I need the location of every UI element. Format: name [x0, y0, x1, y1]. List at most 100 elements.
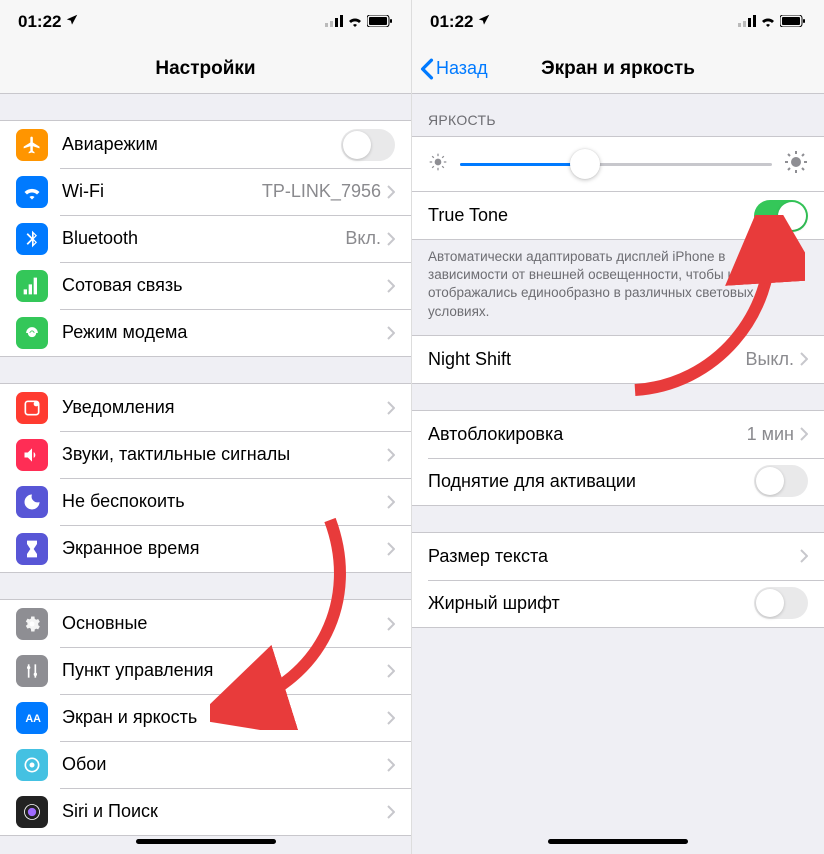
row-label: Экранное время: [62, 538, 387, 559]
chevron-right-icon: [387, 495, 395, 509]
display-icon: AA: [16, 702, 48, 734]
chevron-right-icon: [387, 185, 395, 199]
row-label: Звуки, тактильные сигналы: [62, 444, 387, 465]
chevron-right-icon: [387, 542, 395, 556]
chevron-right-icon: [387, 664, 395, 678]
chevron-right-icon: [800, 427, 808, 441]
chevron-right-icon: [387, 401, 395, 415]
settings-row-control[interactable]: Пункт управления: [0, 647, 411, 694]
row-raise-to-wake[interactable]: Поднятие для активации: [412, 458, 824, 505]
truetone-toggle[interactable]: [754, 200, 808, 232]
row-value: TP-LINK_7956: [262, 181, 381, 202]
truetone-label: True Tone: [428, 205, 754, 226]
status-bar: 01:22: [0, 0, 411, 44]
brightness-header: ЯРКОСТЬ: [412, 94, 824, 136]
brightness-slider-row: [412, 136, 824, 191]
battery-icon: [780, 12, 806, 32]
screentime-icon: [16, 533, 48, 565]
row-value: Вкл.: [345, 228, 381, 249]
chevron-right-icon: [387, 617, 395, 631]
nav-bar: Назад Экран и яркость: [412, 44, 824, 94]
row-label: Авиарежим: [62, 134, 341, 155]
row-autolock[interactable]: Автоблокировка 1 мин: [412, 411, 824, 458]
row-label: Режим модема: [62, 322, 387, 343]
home-indicator[interactable]: [136, 839, 276, 844]
chevron-right-icon: [387, 711, 395, 725]
nav-bar: Настройки: [0, 44, 411, 94]
location-icon: [477, 12, 491, 32]
raise-label: Поднятие для активации: [428, 471, 754, 492]
location-icon: [65, 12, 79, 32]
row-nightshift[interactable]: Night Shift Выкл.: [412, 336, 824, 383]
boldtext-toggle[interactable]: [754, 587, 808, 619]
chevron-right-icon: [387, 279, 395, 293]
chevron-right-icon: [387, 758, 395, 772]
settings-row-siri[interactable]: Siri и Поиск: [0, 788, 411, 835]
autolock-value: 1 мин: [747, 424, 794, 445]
back-label: Назад: [436, 58, 488, 79]
signal-icon: [738, 12, 756, 32]
settings-row-wifi[interactable]: Wi-FiTP-LINK_7956: [0, 168, 411, 215]
chevron-right-icon: [387, 448, 395, 462]
battery-icon: [367, 12, 393, 32]
home-indicator[interactable]: [548, 839, 688, 844]
settings-row-dnd[interactable]: Не беспокоить: [0, 478, 411, 525]
row-label: Уведомления: [62, 397, 387, 418]
siri-icon: [16, 796, 48, 828]
hotspot-icon: [16, 317, 48, 349]
cellular-icon: [16, 270, 48, 302]
row-truetone[interactable]: True Tone: [412, 192, 824, 239]
nightshift-label: Night Shift: [428, 349, 745, 370]
phone-display-brightness: 01:22 Назад Экран и яркость ЯРКОСТЬ: [412, 0, 824, 854]
row-label: Siri и Поиск: [62, 801, 387, 822]
row-label: Обои: [62, 754, 387, 775]
settings-row-wallpaper[interactable]: Обои: [0, 741, 411, 788]
nightshift-value: Выкл.: [745, 349, 794, 370]
phone-settings: 01:22 Настройки Авиарежим Wi-FiTP-LINK_79…: [0, 0, 412, 854]
page-title: Настройки: [0, 58, 411, 80]
settings-row-general[interactable]: Основные: [0, 600, 411, 647]
raise-toggle[interactable]: [754, 465, 808, 497]
status-bar: 01:22: [412, 0, 824, 44]
textsize-label: Размер текста: [428, 546, 800, 567]
settings-row-notifications[interactable]: Уведомления: [0, 384, 411, 431]
status-time: 01:22: [430, 12, 473, 32]
row-label: Bluetooth: [62, 228, 345, 249]
signal-icon: [325, 12, 343, 32]
chevron-right-icon: [387, 805, 395, 819]
row-boldtext[interactable]: Жирный шрифт: [412, 580, 824, 627]
airplane-icon: [16, 129, 48, 161]
wifi-icon: [760, 12, 776, 32]
settings-row-screentime[interactable]: Экранное время: [0, 525, 411, 572]
brightness-low-icon: [428, 152, 448, 177]
brightness-slider[interactable]: [460, 149, 772, 179]
row-label: Не беспокоить: [62, 491, 387, 512]
settings-row-airplane[interactable]: Авиарежим: [0, 121, 411, 168]
autolock-label: Автоблокировка: [428, 424, 747, 445]
chevron-right-icon: [387, 326, 395, 340]
sounds-icon: [16, 439, 48, 471]
chevron-right-icon: [387, 232, 395, 246]
truetone-description: Автоматически адаптировать дисплей iPhon…: [412, 240, 824, 335]
chevron-right-icon: [800, 352, 808, 366]
airplane-toggle[interactable]: [341, 129, 395, 161]
settings-row-hotspot[interactable]: Режим модема: [0, 309, 411, 356]
row-textsize[interactable]: Размер текста: [412, 533, 824, 580]
chevron-right-icon: [800, 549, 808, 563]
row-label: Wi-Fi: [62, 181, 262, 202]
back-button[interactable]: Назад: [412, 58, 488, 80]
notifications-icon: [16, 392, 48, 424]
row-label: Пункт управления: [62, 660, 387, 681]
wifi-icon: [347, 12, 363, 32]
dnd-icon: [16, 486, 48, 518]
general-icon: [16, 608, 48, 640]
settings-row-sounds[interactable]: Звуки, тактильные сигналы: [0, 431, 411, 478]
settings-row-display[interactable]: AAЭкран и яркость: [0, 694, 411, 741]
bluetooth-icon: [16, 223, 48, 255]
boldtext-label: Жирный шрифт: [428, 593, 754, 614]
settings-row-cellular[interactable]: Сотовая связь: [0, 262, 411, 309]
svg-text:AA: AA: [25, 713, 41, 725]
control-icon: [16, 655, 48, 687]
settings-row-bluetooth[interactable]: BluetoothВкл.: [0, 215, 411, 262]
wifi-icon: [16, 176, 48, 208]
